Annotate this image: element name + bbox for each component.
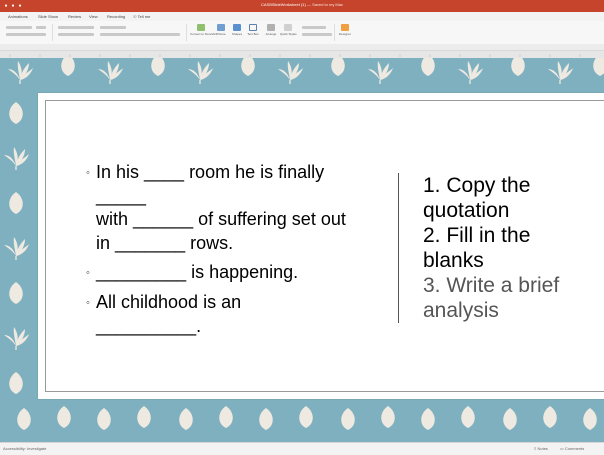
window-title: CASBSlideWorksheet (1) — Saved to my Mac bbox=[0, 2, 604, 7]
bullet-marker: ◦ bbox=[86, 267, 90, 279]
notes-toggle[interactable]: ≡ Notes bbox=[534, 446, 548, 451]
separator bbox=[186, 24, 187, 41]
slide-canvas[interactable] bbox=[0, 58, 604, 442]
shapes-button[interactable]: Shapes bbox=[230, 24, 244, 36]
list-controls[interactable] bbox=[100, 26, 126, 29]
tab-review[interactable]: Review bbox=[68, 14, 81, 19]
shape-fill-control[interactable] bbox=[302, 26, 326, 29]
bullet-marker: ◦ bbox=[86, 297, 90, 309]
designer-icon bbox=[341, 24, 349, 31]
tab-animations[interactable]: Animations bbox=[8, 14, 28, 19]
text-box-button[interactable]: Text Box bbox=[246, 24, 260, 36]
comments-icon: ▭ bbox=[560, 446, 564, 451]
picture-button[interactable]: Picture bbox=[214, 24, 228, 36]
lightbulb-icon: ☉ bbox=[133, 14, 137, 19]
ribbon-toolbar: Convert to SmartArt Picture Shapes Text … bbox=[0, 21, 604, 45]
vertical-divider bbox=[398, 173, 399, 323]
font-name-box[interactable] bbox=[6, 26, 32, 29]
tab-view[interactable]: View bbox=[89, 14, 98, 19]
bullet-1-line-2: _____ bbox=[96, 186, 147, 206]
step-1-line-2: quotation bbox=[423, 199, 510, 222]
arrange-button[interactable]: Arrange bbox=[264, 24, 278, 36]
tab-recording[interactable]: Recording bbox=[107, 14, 125, 19]
bullet-1-line-4: in _______ rows. bbox=[96, 233, 234, 253]
tab-tell-me[interactable]: ☉ Tell me bbox=[133, 14, 150, 19]
quick-styles-icon bbox=[284, 24, 292, 31]
paragraph-row-1[interactable] bbox=[58, 26, 94, 29]
shape-outline-control[interactable] bbox=[302, 33, 332, 36]
tab-slide-show[interactable]: Slide Show bbox=[38, 14, 58, 19]
status-bar: Accessibility: Investigate ≡ Notes ▭ Com… bbox=[0, 442, 604, 455]
paragraph-row-2[interactable] bbox=[58, 33, 94, 36]
bullet-1-line-1: In his ____ room he is finally bbox=[96, 162, 325, 182]
bullet-3-line-1: All childhood is an bbox=[96, 292, 242, 312]
accessibility-status[interactable]: Accessibility: Investigate bbox=[3, 446, 46, 451]
notes-icon: ≡ bbox=[534, 446, 537, 451]
step-1-line-1: 1. Copy the bbox=[423, 174, 531, 197]
picture-icon bbox=[217, 24, 225, 31]
ruler bbox=[0, 44, 604, 57]
textbox-icon bbox=[249, 24, 257, 31]
shapes-icon bbox=[233, 24, 241, 31]
step-2-line-2: blanks bbox=[423, 249, 484, 272]
bullet-3-line-2: __________. bbox=[96, 316, 202, 336]
smartart-icon bbox=[197, 24, 205, 31]
separator bbox=[52, 24, 53, 41]
font-format-row[interactable] bbox=[6, 33, 46, 36]
tell-me-label: Tell me bbox=[137, 14, 151, 19]
font-size-box[interactable] bbox=[36, 26, 46, 29]
step-3-line-1: 3. Write a brief bbox=[423, 274, 560, 297]
quick-styles-button[interactable]: Quick Styles bbox=[280, 24, 297, 36]
comments-toggle[interactable]: ▭ Comments bbox=[560, 446, 584, 451]
arrange-icon bbox=[267, 24, 275, 31]
bullet-2-line-1: _________ is happening. bbox=[96, 262, 299, 282]
designer-button[interactable]: Designer bbox=[337, 24, 353, 36]
document-name: CASBSlideWorksheet (1) bbox=[261, 2, 306, 7]
title-bar: ● ● ● CASBSlideWorksheet (1) — Saved to … bbox=[0, 0, 604, 12]
bullet-1-line-3: with ______ of suffering set out bbox=[96, 209, 346, 229]
ruler-ticks bbox=[9, 54, 581, 57]
convert-smartart-button[interactable]: Convert to SmartArt bbox=[190, 24, 217, 36]
step-3-line-2: analysis bbox=[423, 299, 499, 322]
saved-status: — Saved to my Mac bbox=[306, 2, 343, 7]
step-2-line-1: 2. Fill in the bbox=[423, 224, 531, 247]
separator bbox=[334, 24, 335, 41]
alignment-controls[interactable] bbox=[100, 33, 180, 36]
bullet-marker: ◦ bbox=[86, 167, 90, 179]
ribbon-tabs: Animations Slide Show Review View Record… bbox=[0, 12, 604, 21]
